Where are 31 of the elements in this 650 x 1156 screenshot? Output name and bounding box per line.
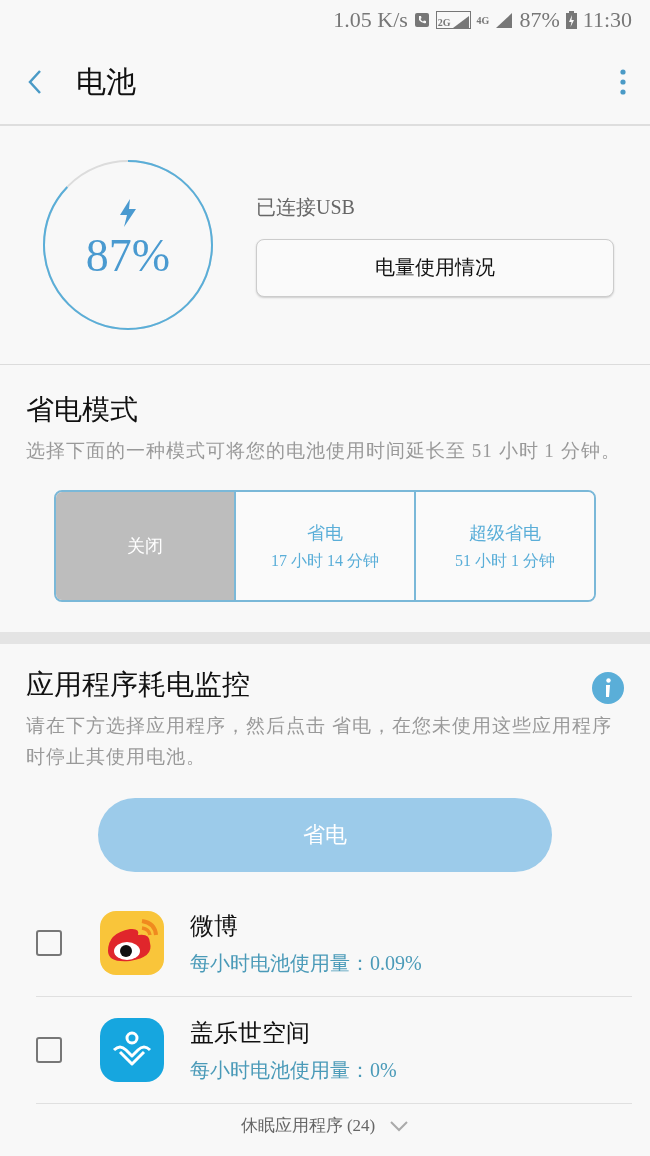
app-name: 盖乐世空间 — [190, 1018, 311, 1048]
eye-app-icon — [100, 911, 164, 975]
power-mode-option[interactable]: 关闭 — [56, 492, 234, 600]
page-title: 电池 — [76, 63, 137, 100]
checkbox[interactable] — [36, 1037, 62, 1063]
section-title: 省电模式 — [26, 393, 139, 427]
battery-percent: 87% — [519, 7, 560, 33]
more-options-icon[interactable] — [620, 69, 626, 95]
signal-icon — [495, 12, 514, 28]
battery-percentage: 87% — [85, 233, 171, 279]
battery-charging-icon — [565, 11, 577, 29]
heart-person-app-icon — [100, 1018, 164, 1082]
battery-usage-text: 每小时电池使用量：0.09% — [190, 950, 422, 976]
sleeping-apps-label[interactable]: 休眠应用程序 (24) — [240, 1114, 376, 1137]
charging-status: 已连接USB — [256, 194, 356, 220]
clock: 11:30 — [582, 7, 632, 33]
battery-usage-button[interactable]: 电量使用情况 — [256, 238, 614, 297]
back-icon[interactable] — [28, 69, 42, 95]
chevron-down-icon[interactable] — [389, 1119, 410, 1132]
section-description: 选择下面的一种模式可将您的电池使用时间延长至 51 小时 1 分钟。 — [26, 439, 622, 463]
checkbox[interactable] — [36, 930, 62, 956]
network-type: 4G — [476, 14, 490, 26]
power-mode-option[interactable]: 超级省电 51 小时 1 分钟 — [414, 492, 594, 600]
battery-usage-text: 每小时电池使用量：0% — [190, 1057, 397, 1083]
network-speed: 1.05 K/s — [333, 7, 408, 33]
app-name: 微博 — [190, 911, 239, 941]
phone-icon — [413, 12, 430, 28]
info-icon[interactable] — [592, 672, 624, 704]
signal-2g-icon: 2G — [435, 11, 471, 29]
section-description: 请在下方选择应用程序，然后点击 省电，在您未使用这些应用程序时停止其使用电池。 — [26, 714, 613, 769]
section-title: 应用程序耗电监控 — [26, 668, 250, 702]
